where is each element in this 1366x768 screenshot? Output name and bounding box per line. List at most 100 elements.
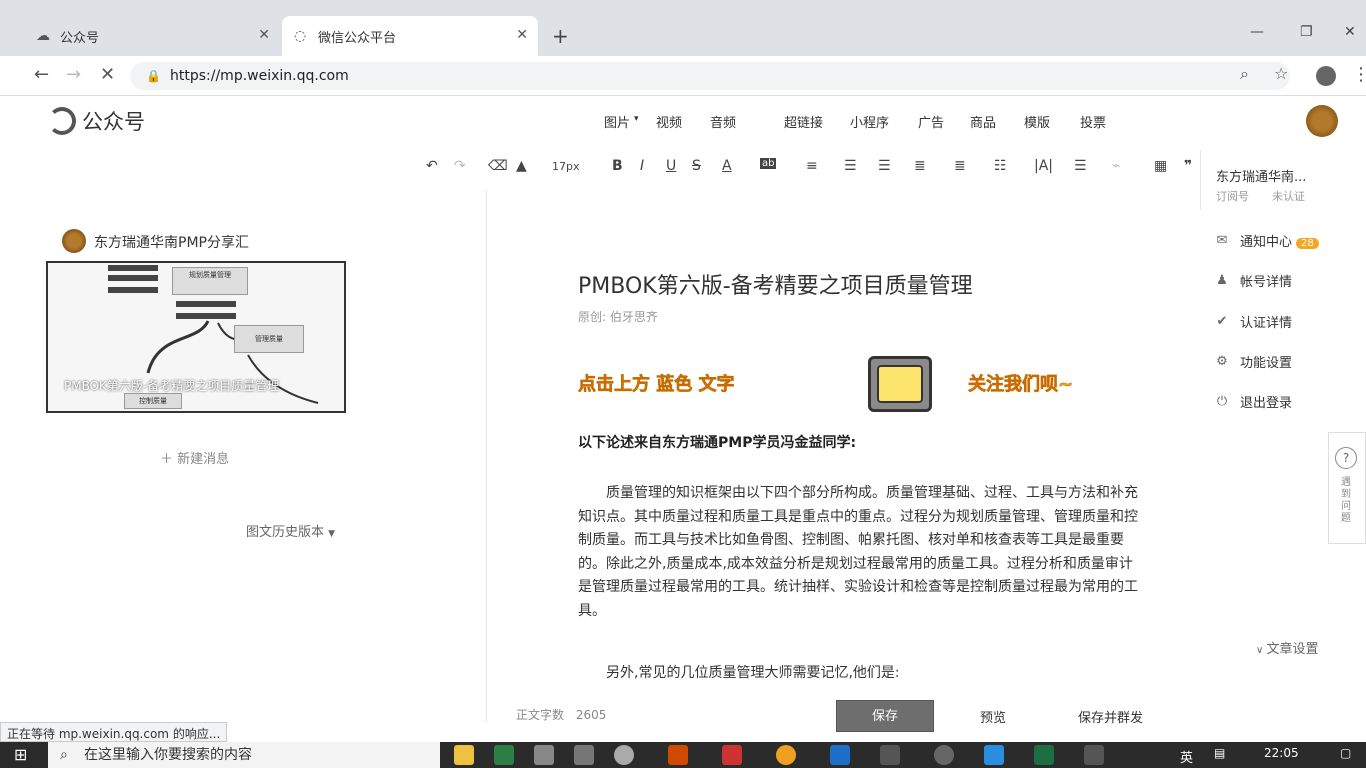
app-icon[interactable] [1084, 745, 1104, 765]
quote-icon[interactable]: ❞ [1184, 158, 1192, 174]
app-icon[interactable] [494, 745, 514, 765]
list-icon[interactable]: ≣ [954, 158, 966, 174]
menu-label: 认证详情 [1240, 316, 1293, 331]
preview-button[interactable]: 预览 [980, 707, 1006, 726]
window-close-icon[interactable]: ✕ [1344, 24, 1356, 40]
font-size-select[interactable]: 17px [552, 160, 580, 173]
bold-icon[interactable]: B [612, 158, 623, 174]
word-count-value: 2605 [575, 708, 607, 722]
chrome-icon[interactable] [776, 745, 796, 765]
new-message-button[interactable]: ＋ 新建消息 [160, 448, 229, 467]
undo-icon[interactable]: ↶ [426, 158, 438, 174]
powerpoint-icon[interactable] [668, 745, 688, 765]
paragraph-spacing-icon[interactable]: ≣ [914, 158, 926, 174]
menu-item-goods[interactable]: 商品 [970, 112, 996, 131]
menu-item-vote[interactable]: 投票 [1080, 112, 1106, 131]
account-name: 东方瑞通华南PMP分享汇 [94, 235, 249, 251]
menu-notification-center[interactable]: ✉ 通知中心 28 [1214, 231, 1319, 250]
article-title[interactable]: PMBOK第六版-备考精要之项目质量管理 [578, 268, 973, 300]
app-icon[interactable] [830, 745, 850, 765]
article-settings-toggle[interactable]: ∨ 文章设置 [1256, 638, 1319, 657]
close-icon[interactable]: ✕ [258, 27, 270, 43]
zoom-icon[interactable]: ⌕ [1240, 64, 1249, 84]
redo-icon[interactable]: ↷ [454, 158, 466, 174]
banner-text-left: 点击上方 蓝色 文字 [578, 374, 735, 396]
article-paragraph[interactable]: 质量管理的知识框架由以下四个部分所构成。质量管理基础、过程、工具与方法和补充知识… [578, 482, 1138, 624]
input-method-indicator[interactable]: 英 [1180, 747, 1193, 766]
article-thumbnail[interactable]: 规划质量管理 管理质量 控制质量 PMBOK第六版-备考精要之项目质量管理 [46, 261, 346, 413]
account-avatar[interactable] [1306, 105, 1338, 137]
minimize-icon[interactable]: — [1250, 24, 1264, 40]
browser-tab-gongzhonghao[interactable]: ☁ 公众号 ✕ [24, 16, 280, 56]
notification-tray-icon[interactable]: ▤ [1214, 746, 1225, 760]
cloud-icon: ☁ [36, 28, 50, 44]
menu-item-ads[interactable]: 广告 [918, 112, 944, 131]
profile-icon[interactable] [1316, 66, 1336, 86]
menu-item-template[interactable]: 模版 [1024, 112, 1050, 131]
menu-verification-details[interactable]: ✔ 认证详情 [1214, 312, 1292, 331]
menu-logout[interactable]: ⏻ 退出登录 [1214, 392, 1292, 411]
background-color-icon[interactable]: ab [760, 158, 777, 169]
menu-item-audio[interactable]: 音频 [710, 112, 736, 131]
url-input[interactable]: 🔒 https://mp.weixin.qq.com [130, 62, 1290, 90]
forward-icon[interactable]: → [66, 64, 81, 85]
table-icon[interactable]: ▦ [1154, 158, 1167, 174]
menu-account-details[interactable]: ♟ 帐号详情 [1214, 271, 1292, 290]
system-clock[interactable]: 22:05 [1264, 746, 1299, 760]
divider-icon[interactable]: ⌁ [1112, 158, 1120, 174]
history-version-dropdown[interactable]: 图文历史版本 ▼ [246, 521, 335, 540]
back-icon[interactable]: ← [34, 64, 49, 85]
line-height-icon[interactable]: ☰ [878, 158, 891, 174]
menu-item-hyperlink[interactable]: 超链接 [784, 112, 823, 131]
feedback-button[interactable]: ? 遇到问题 [1328, 432, 1366, 544]
taskbar-search-input[interactable]: ⌕ 在这里输入你要搜索的内容 [48, 742, 440, 768]
letter-spacing-icon[interactable]: |A| [1034, 158, 1053, 174]
article-lead[interactable]: 以下论述来自东方瑞通PMP学员冯金益同学: [578, 432, 856, 452]
action-center-icon[interactable]: ▢ [1340, 746, 1351, 760]
new-message-label: 新建消息 [177, 452, 230, 467]
format-painter-icon[interactable]: ⌫ [488, 158, 508, 174]
bookmark-star-icon[interactable]: ☆ [1274, 64, 1288, 83]
align-icon[interactable]: ≡ [806, 158, 818, 174]
feedback-label: 遇到问题 [1341, 477, 1351, 524]
wechat-icon[interactable] [934, 745, 954, 765]
italic-icon[interactable]: I [640, 158, 644, 174]
menu-icon[interactable]: ⋮ [1352, 64, 1366, 85]
clear-format-icon[interactable]: ▲ [516, 158, 527, 174]
indent-icon[interactable]: ☰ [844, 158, 857, 174]
close-icon[interactable]: ✕ [516, 27, 528, 43]
windows-start-icon[interactable]: ⊞ [14, 745, 27, 764]
menu-item-image[interactable]: 图片 [604, 112, 630, 131]
menu-item-miniprogram[interactable]: 小程序 [850, 112, 889, 131]
app-icon[interactable] [722, 745, 742, 765]
article-settings-label: 文章设置 [1266, 642, 1319, 657]
app-icon[interactable] [880, 745, 900, 765]
account-type: 订阅号 [1216, 190, 1249, 203]
maximize-icon[interactable]: ❐ [1300, 24, 1313, 40]
app-icon[interactable] [614, 745, 634, 765]
browser-tab-weixin[interactable]: ◌ 微信公众平台 ✕ [282, 16, 538, 56]
font-color-icon[interactable]: A [722, 158, 732, 174]
list-bullet-icon[interactable]: ☰ [1074, 158, 1087, 174]
new-tab-button[interactable]: + [552, 24, 569, 48]
stop-icon[interactable]: ✕ [100, 64, 115, 85]
app-logo[interactable]: 公众号 [48, 106, 145, 136]
account-short-name: 东方瑞通华南... [1216, 170, 1307, 185]
strikethrough-icon[interactable]: S [692, 158, 701, 174]
save-and-publish-button[interactable]: 保存并群发 [1078, 707, 1143, 726]
save-button[interactable]: 保存 [836, 700, 934, 732]
chevron-down-icon: ∨ [1256, 645, 1267, 656]
search-icon: ⌕ [60, 747, 68, 763]
app-icon[interactable] [574, 745, 594, 765]
menu-function-settings[interactable]: ⚙ 功能设置 [1214, 352, 1292, 371]
underline-icon[interactable]: U [666, 158, 676, 174]
excel-icon[interactable] [1034, 745, 1054, 765]
app-icon[interactable] [534, 745, 554, 765]
file-explorer-icon[interactable] [454, 745, 474, 765]
menu-item-video[interactable]: 视频 [656, 112, 682, 131]
author-field[interactable]: 伯牙思齐 [610, 310, 658, 324]
article-paragraph[interactable]: 另外,常见的几位质量管理大师需要记忆,他们是: [606, 662, 900, 682]
power-icon: ⏻ [1216, 394, 1228, 409]
blockquote-icon[interactable]: ☷ [994, 158, 1007, 174]
app-icon[interactable] [984, 745, 1004, 765]
